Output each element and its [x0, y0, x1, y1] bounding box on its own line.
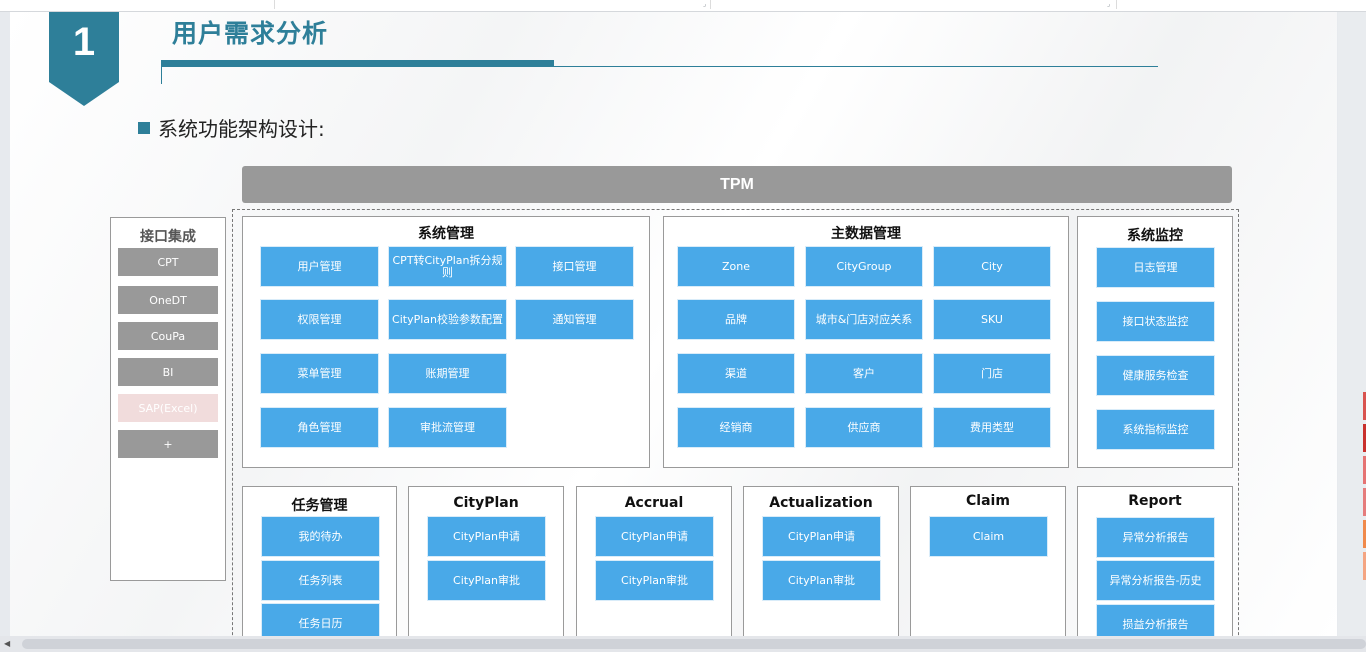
group-title: Report — [1128, 493, 1182, 509]
group-title: 主数据管理 — [831, 226, 901, 242]
module-box: CityPlan审批 — [596, 561, 713, 600]
module-box: 任务日历 — [262, 604, 379, 636]
section-badge: 1 — [49, 12, 119, 106]
interface-item: + — [118, 430, 218, 458]
module-box: 审批流管理 — [389, 408, 506, 447]
ruler-marker: ⌟ — [1107, 0, 1111, 8]
task-management-group: 任务管理 我的待办 任务列表 任务日历 — [242, 486, 397, 636]
module-box: 日志管理 — [1097, 248, 1214, 287]
module-box: 接口管理 — [516, 247, 633, 286]
system-management-group: 系统管理 用户管理 CPT转CityPlan拆分规则 接口管理 权限管理 Cit… — [242, 216, 650, 468]
title-underline-tick — [161, 60, 162, 84]
interface-item: CPT — [118, 248, 218, 276]
group-title: CityPlan — [453, 495, 519, 511]
group-title: 任务管理 — [291, 498, 348, 514]
section-number: 1 — [72, 20, 96, 64]
module-box: 品牌 — [678, 300, 794, 339]
module-box: 客户 — [806, 354, 922, 393]
claim-group: Claim Claim — [910, 486, 1066, 636]
module-box: CityPlan申请 — [596, 517, 713, 556]
module-box: 账期管理 — [389, 354, 506, 393]
group-title: 系统监控 — [1127, 228, 1183, 244]
module-box: 我的待办 — [262, 517, 379, 556]
module-box: Zone — [678, 247, 794, 286]
group-title: Claim — [966, 493, 1010, 509]
accrual-group: Accrual CityPlan申请 CityPlan审批 — [576, 486, 732, 636]
module-box: CityGroup — [806, 247, 922, 286]
interface-integration-panel: 接口集成 CPT OneDT CouPa BI SAP(Excel) + — [110, 217, 226, 581]
module-box: 供应商 — [806, 408, 922, 447]
group-title: 系统管理 — [418, 226, 474, 242]
cityplan-group: CityPlan CityPlan申请 CityPlan审批 — [408, 486, 564, 636]
module-box: 损益分析报告 — [1097, 605, 1214, 636]
page-title: 用户需求分析 — [172, 19, 329, 48]
module-box: 门店 — [934, 354, 1050, 393]
module-box: City — [934, 247, 1050, 286]
interface-item: BI — [118, 358, 218, 386]
ruler-tick — [710, 0, 711, 9]
ruler-tick — [1116, 0, 1117, 9]
right-side-panel — [1338, 12, 1366, 636]
interface-item: OneDT — [118, 286, 218, 314]
module-box: 系统指标监控 — [1097, 410, 1214, 449]
module-box: CityPlan申请 — [428, 517, 545, 556]
slide-canvas: 1 用户需求分析 系统功能架构设计: TPM 接口集成 CPT OneDT Co… — [10, 12, 1337, 636]
module-box: 费用类型 — [934, 408, 1050, 447]
module-box: 异常分析报告-历史 — [1097, 561, 1214, 600]
tpm-header-bar: TPM — [242, 166, 1232, 203]
scroll-left-arrow-icon[interactable]: ◀ — [4, 639, 10, 648]
subtitle: 系统功能架构设计: — [138, 113, 325, 142]
title-underline — [161, 60, 554, 67]
subtitle-text: 系统功能架构设计: — [158, 117, 325, 141]
group-title: Accrual — [624, 495, 684, 511]
title-underline-thin — [554, 66, 1158, 67]
interface-item: SAP(Excel) — [118, 394, 218, 422]
module-box: 通知管理 — [516, 300, 633, 339]
module-box: 用户管理 — [261, 247, 378, 286]
report-group: Report 异常分析报告 异常分析报告-历史 损益分析报告 — [1077, 486, 1233, 636]
actualization-group: Actualization CityPlan申请 CityPlan审批 — [743, 486, 899, 636]
monitoring-group: 系统监控 日志管理 接口状态监控 健康服务检查 系统指标监控 — [1077, 216, 1233, 468]
module-box: CityPlan申请 — [763, 517, 880, 556]
master-data-group: 主数据管理 Zone CityGroup City 品牌 城市&门店对应关系 S… — [663, 216, 1069, 468]
module-box: SKU — [934, 300, 1050, 339]
scrollbar-thumb[interactable] — [22, 639, 1366, 649]
module-box: 健康服务检查 — [1097, 356, 1214, 395]
module-box: 渠道 — [678, 354, 794, 393]
ruler-tick — [274, 0, 275, 9]
panel-title: 接口集成 — [140, 229, 196, 245]
module-box: CityPlan审批 — [428, 561, 545, 600]
module-box: 城市&门店对应关系 — [806, 300, 922, 339]
module-box: 权限管理 — [261, 300, 378, 339]
module-box: 接口状态监控 — [1097, 302, 1214, 341]
bullet-square-icon — [138, 121, 150, 134]
module-box: 菜单管理 — [261, 354, 378, 393]
module-box: CPT转CityPlan拆分规则 — [389, 247, 506, 286]
module-box: 任务列表 — [262, 561, 379, 600]
module-box: Claim — [930, 517, 1047, 556]
ruler-marker: ⌟ — [703, 0, 707, 8]
module-box: 角色管理 — [261, 408, 378, 447]
module-box: CityPlan审批 — [763, 561, 880, 600]
module-box: 异常分析报告 — [1097, 518, 1214, 557]
module-box: 经销商 — [678, 408, 794, 447]
interface-item: CouPa — [118, 322, 218, 350]
ruler-bar: ⌟ ⌟ — [0, 0, 1366, 12]
module-box: CityPlan校验参数配置 — [389, 300, 506, 339]
group-title: Actualization — [769, 495, 873, 511]
horizontal-scrollbar[interactable]: ◀ — [0, 636, 1366, 652]
